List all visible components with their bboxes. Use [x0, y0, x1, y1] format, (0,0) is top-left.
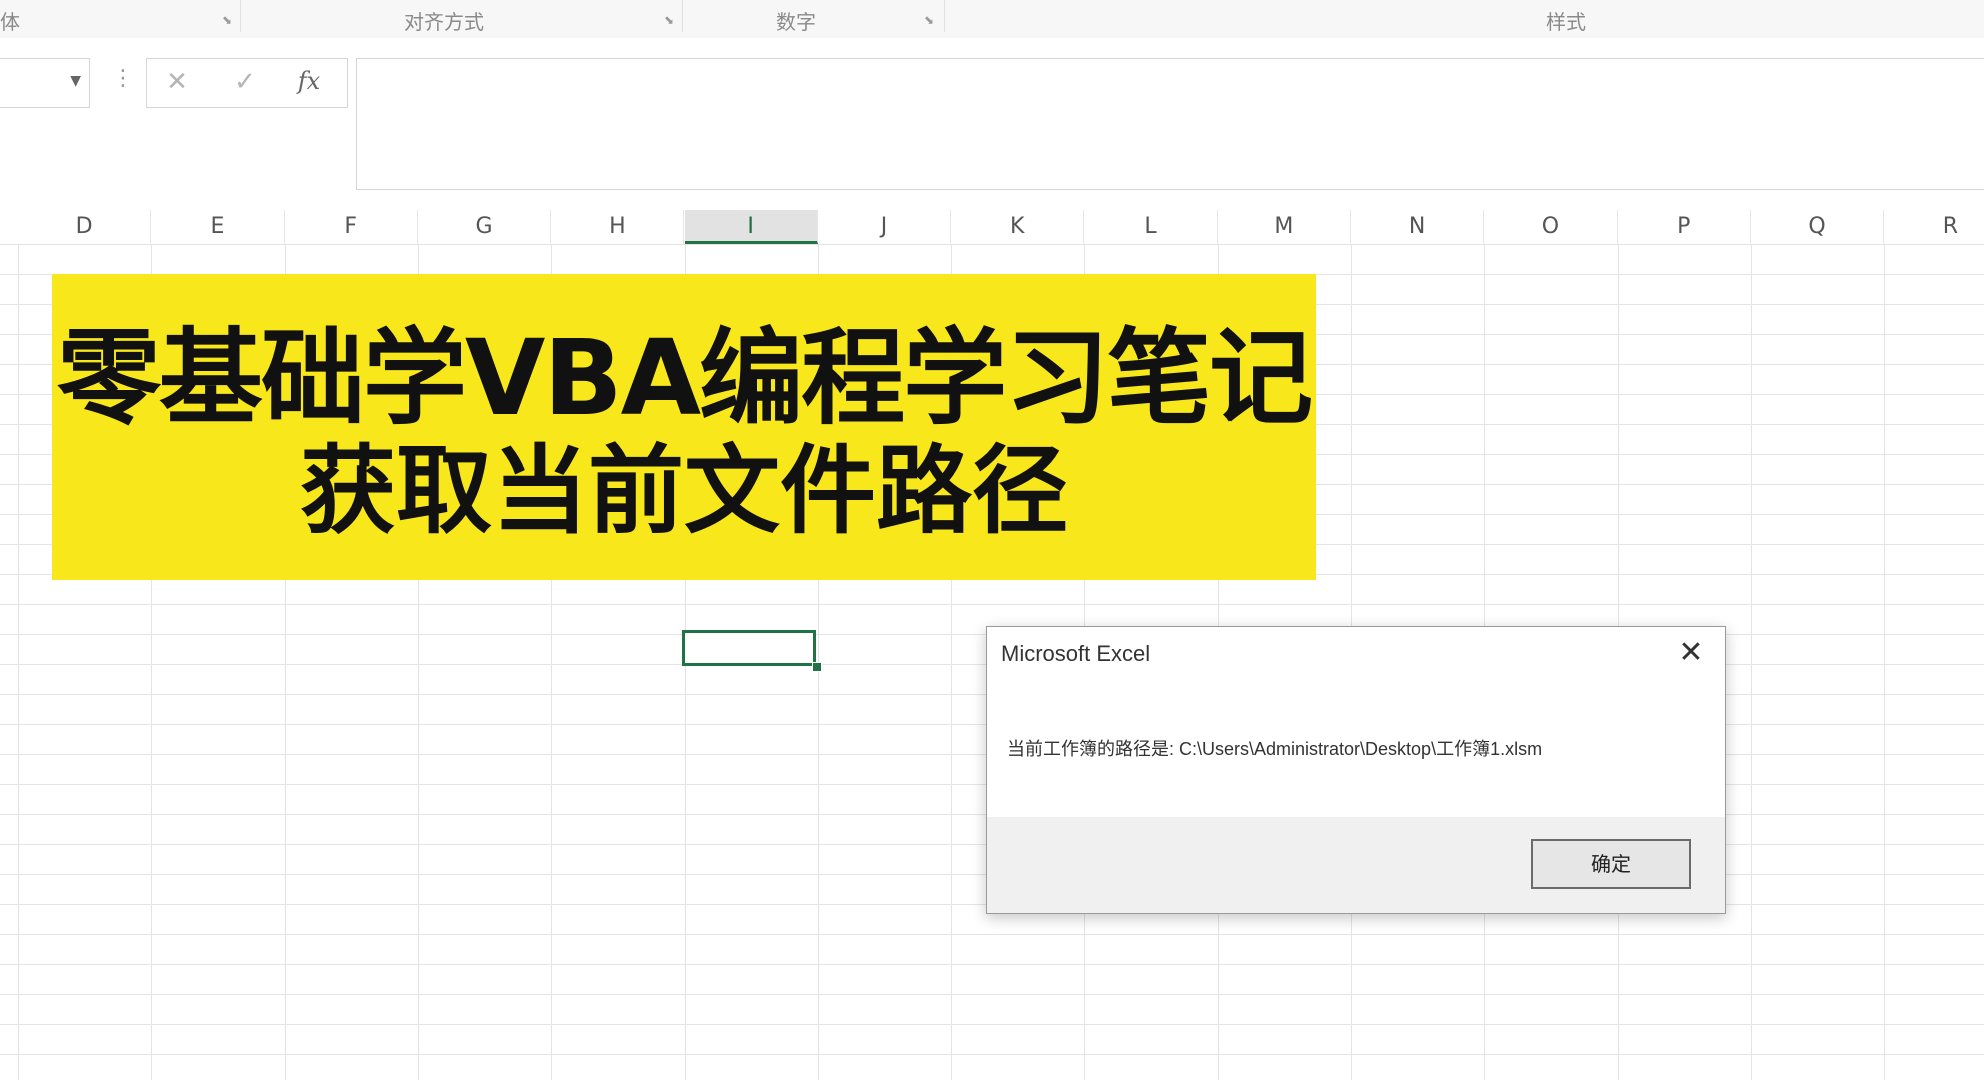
- column-header-k[interactable]: K: [951, 210, 1085, 244]
- ribbon-group-font-label: 体: [0, 10, 20, 34]
- number-dialog-launcher-icon[interactable]: ⬊: [924, 14, 936, 26]
- dialog-footer: 确定: [987, 817, 1725, 913]
- chevron-down-icon[interactable]: ▼: [70, 73, 81, 89]
- banner-title: 零基础学VBA编程学习笔记: [56, 317, 1313, 439]
- name-box[interactable]: ▼: [0, 58, 90, 108]
- column-header-e[interactable]: E: [151, 210, 285, 244]
- dialog-message: 当前工作簿的路径是: C:\Users\Administrator\Deskto…: [1007, 739, 1543, 759]
- column-header-h[interactable]: H: [551, 210, 685, 244]
- ribbon-group-labels: 体 ⬊ 对齐方式 ⬊ 数字 ⬊ 样式: [0, 0, 1984, 39]
- grid-column-line: [1884, 244, 1886, 1080]
- ribbon-group-number-label: 数字: [776, 10, 816, 34]
- grid-column-line: [1750, 244, 1752, 1080]
- title-banner: 零基础学VBA编程学习笔记 获取当前文件路径: [52, 274, 1316, 580]
- checkmark-icon[interactable]: ✓: [225, 67, 265, 97]
- formula-bar: ▼ ⋮ ✕ ✓ fx: [0, 38, 1984, 198]
- alignment-dialog-launcher-icon[interactable]: ⬊: [664, 14, 676, 26]
- column-headers: DEFGHIJKLMNOPQR: [0, 210, 1984, 245]
- column-header-j[interactable]: J: [818, 210, 952, 244]
- grid-column-line: [18, 244, 19, 1080]
- ok-button[interactable]: 确定: [1531, 839, 1691, 889]
- banner-subtitle: 获取当前文件路径: [300, 435, 1068, 547]
- column-header-d[interactable]: D: [18, 210, 152, 244]
- column-header-l[interactable]: L: [1084, 210, 1218, 244]
- column-header-q[interactable]: Q: [1751, 210, 1885, 244]
- dialog-title: Microsoft Excel: [1001, 641, 1151, 666]
- column-header-r[interactable]: R: [1884, 210, 1984, 244]
- column-header-g[interactable]: G: [418, 210, 552, 244]
- column-header-f[interactable]: F: [285, 210, 418, 244]
- ribbon-separator: [682, 0, 683, 32]
- formula-input[interactable]: [356, 58, 1984, 190]
- column-header-o[interactable]: O: [1484, 210, 1618, 244]
- ribbon-group-alignment-label: 对齐方式: [404, 10, 484, 34]
- column-header-m[interactable]: M: [1218, 210, 1351, 244]
- column-header-n[interactable]: N: [1351, 210, 1485, 244]
- ribbon-separator: [240, 0, 241, 32]
- message-box-dialog: Microsoft Excel ✕ 当前工作簿的路径是: C:\Users\Ad…: [986, 626, 1726, 914]
- fill-handle[interactable]: [812, 662, 822, 672]
- close-icon[interactable]: ✕: [157, 67, 197, 97]
- column-header-p[interactable]: P: [1618, 210, 1751, 244]
- ribbon-separator: [944, 0, 945, 32]
- more-options-icon[interactable]: ⋮: [112, 68, 134, 90]
- column-header-i[interactable]: I: [684, 210, 818, 244]
- close-icon[interactable]: ✕: [1673, 635, 1709, 671]
- active-cell[interactable]: [682, 630, 816, 666]
- insert-function-icon[interactable]: fx: [289, 67, 329, 95]
- font-dialog-launcher-icon[interactable]: ⬊: [222, 14, 234, 26]
- formula-buttons: ✕ ✓ fx: [146, 58, 348, 108]
- ribbon-group-styles-label: 样式: [1546, 10, 1586, 34]
